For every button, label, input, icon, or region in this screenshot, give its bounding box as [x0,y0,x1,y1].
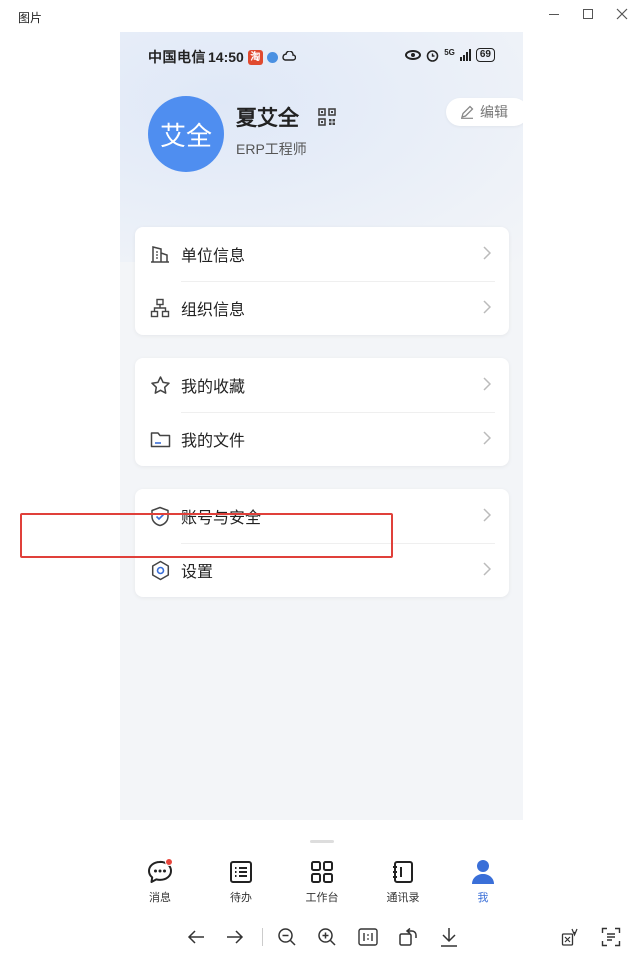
user-name: 夏艾全 [236,107,299,130]
app-notification-icon [266,51,278,63]
menu-item-account-security[interactable]: 账号与安全 [135,489,509,543]
star-icon [149,374,171,396]
scan-text-icon [601,927,621,947]
tab-label: 消息 [149,892,171,904]
tab-todo[interactable]: 待办 [211,858,271,905]
chevron-right-icon [483,508,491,522]
todo-list-icon [227,858,255,886]
arrow-right-icon [227,930,244,944]
alarm-icon [426,49,439,62]
download-button[interactable] [438,926,460,948]
chevron-right-icon [483,562,491,576]
qr-code-icon[interactable] [318,108,336,126]
maximize-button[interactable] [570,4,606,24]
menu-item-label: 我的收藏 [181,379,246,396]
chevron-right-icon [483,246,491,260]
eye-icon [405,50,422,60]
chevron-right-icon [483,431,491,445]
close-icon [616,8,628,20]
tab-label: 我 [477,892,489,904]
menu-item-label: 组织信息 [181,302,246,319]
close-button[interactable] [604,4,640,24]
menu-item-org-info[interactable]: 组织信息 [135,281,509,335]
battery-level: 69 [475,48,495,62]
menu-item-settings[interactable]: 设置 [135,543,509,597]
rotate-icon [399,927,417,946]
avatar[interactable]: 艾全 [148,96,224,172]
drag-handle[interactable] [310,840,334,843]
minimize-button[interactable] [536,4,572,24]
next-button[interactable] [224,926,246,948]
shield-check-icon [149,505,171,527]
menu-item-label: 账号与安全 [181,510,262,527]
zoom-out-icon [278,928,296,946]
settings-group-account: 账号与安全 设置 [135,489,509,597]
tab-workbench[interactable]: 工作台 [292,858,352,905]
menu-item-label: 设置 [181,564,214,581]
phone-screenshot: 中国电信 14:50 淘 5G 69 艾全 夏艾全 ERP工程师 编辑 单位信息… [120,32,523,912]
bottom-tab-bar: 消息 待办 工作台 通讯录 我 [120,820,523,912]
pencil-icon [461,105,474,119]
contacts-book-icon [389,858,417,886]
previous-button[interactable] [185,926,207,948]
translate-button[interactable] [560,926,582,948]
settings-group-org: 单位信息 组织信息 [135,227,509,335]
menu-item-favorites[interactable]: 我的收藏 [135,358,509,412]
download-icon [441,928,457,947]
status-time: 14:50 [208,49,244,65]
cloud-icon [282,51,296,61]
org-chart-icon [149,297,171,319]
zoom-in-icon [318,928,336,946]
actual-size-icon [358,928,378,946]
tab-label: 通讯录 [386,892,420,904]
minimize-icon [549,13,559,15]
gear-icon [149,559,171,581]
signal-icon [459,49,471,61]
rotate-button[interactable] [397,926,419,948]
network-type: 5G [444,48,455,57]
text-recognition-button[interactable] [600,926,622,948]
maximize-icon [583,9,593,19]
settings-group-personal: 我的收藏 我的文件 [135,358,509,466]
folder-icon [149,428,171,450]
apps-grid-icon [308,858,336,886]
actual-size-button[interactable] [357,926,379,948]
menu-item-my-files[interactable]: 我的文件 [135,412,509,466]
menu-item-label: 单位信息 [181,248,246,265]
person-icon [469,858,497,886]
edit-profile-button[interactable]: 编辑 [446,98,523,126]
tab-me[interactable]: 我 [453,858,513,905]
arrow-left-icon [187,930,204,944]
chevron-right-icon [483,300,491,314]
tab-contacts[interactable]: 通讯录 [373,858,433,905]
chat-bubble-icon [146,858,174,886]
building-icon [149,243,171,265]
edit-label: 编辑 [480,104,508,120]
user-role: ERP工程师 [236,141,307,157]
zoom-out-button[interactable] [276,926,298,948]
tab-messages[interactable]: 消息 [130,858,190,905]
taobao-icon: 淘 [247,49,263,65]
menu-item-unit-info[interactable]: 单位信息 [135,227,509,281]
chevron-right-icon [483,377,491,391]
tab-label: 工作台 [305,892,339,904]
zoom-in-button[interactable] [316,926,338,948]
translate-icon [561,928,578,946]
tab-label: 待办 [230,892,252,904]
status-bar: 中国电信 14:50 淘 5G 69 [120,32,523,82]
unread-badge [165,858,173,866]
carrier-label: 中国电信 [148,49,206,65]
menu-item-label: 我的文件 [181,433,246,450]
window-title: 图片 [18,11,43,25]
